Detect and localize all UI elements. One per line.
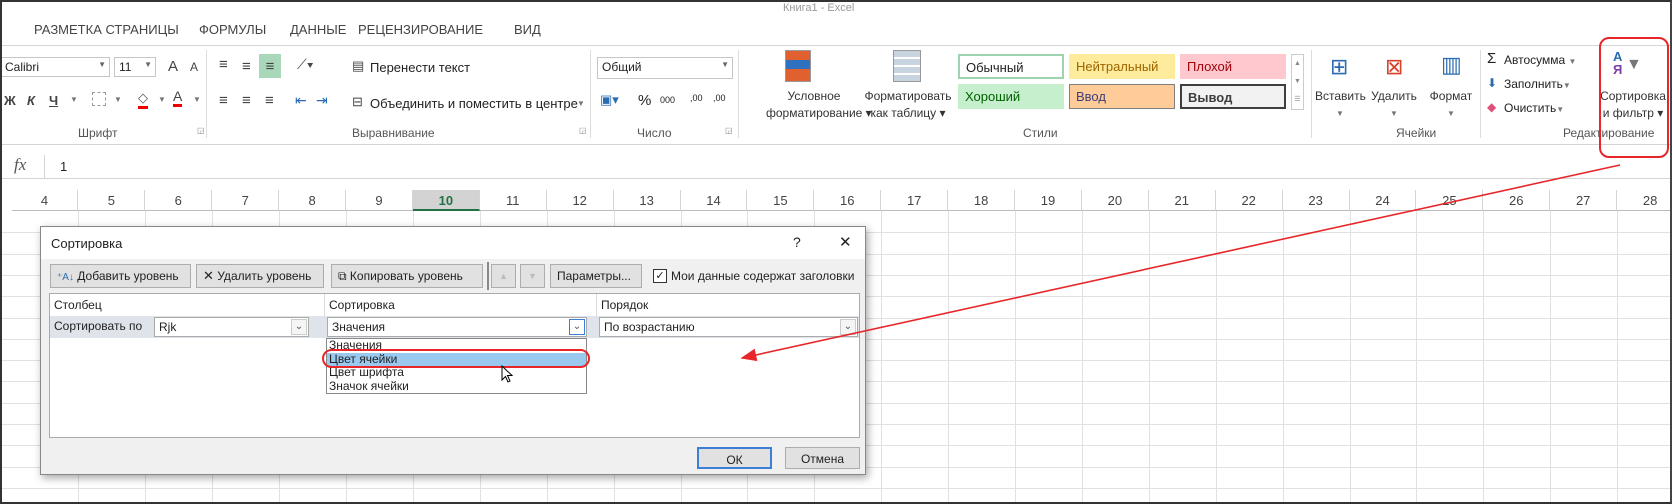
arrow-line <box>740 164 1621 362</box>
annotation-arrow <box>740 164 1621 362</box>
